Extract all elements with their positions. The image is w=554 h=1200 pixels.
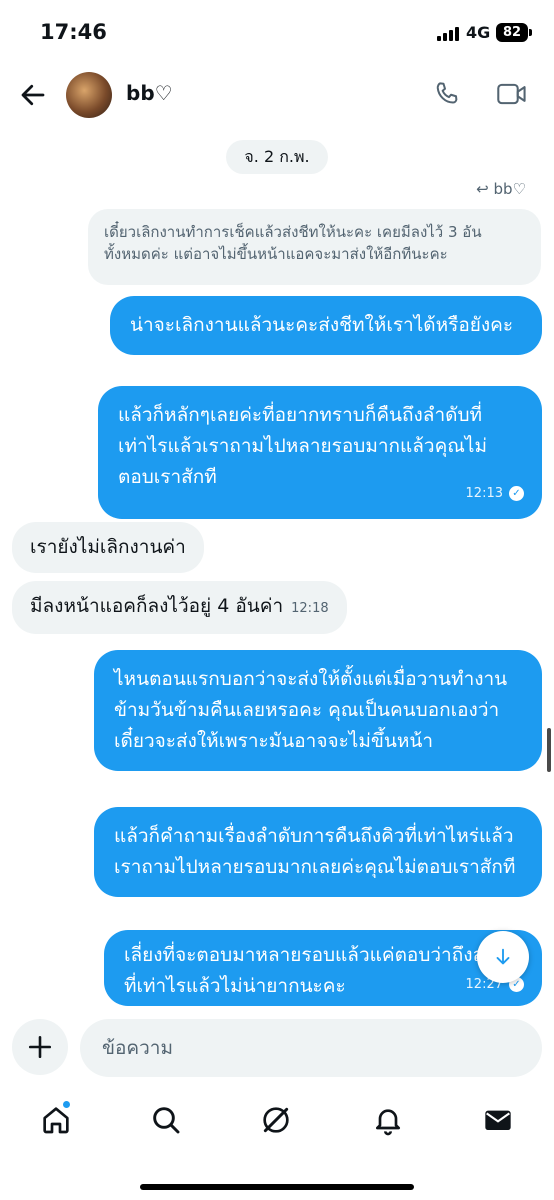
- message-time: 12:18: [291, 601, 329, 616]
- reply-quote[interactable]: เดี๋ยวเลิกงานทำการเช็คแล้วส่งชีทให้นะคะ …: [88, 209, 541, 285]
- message-bubble-outgoing[interactable]: แล้วก็คำถามเรื่องลำดับการคืนถึงคิวที่เท่…: [94, 807, 542, 897]
- message-text: แล้วก็หลักๆเลยค่ะที่อยากทราบก็คืนถึงลำดั…: [118, 404, 488, 488]
- search-icon[interactable]: [150, 1104, 182, 1136]
- reply-to-name: bb♡: [493, 180, 527, 198]
- message-bubble-outgoing[interactable]: แล้วก็หลักๆเลยค่ะที่อยากทราบก็คืนถึงลำดั…: [98, 386, 542, 519]
- avatar[interactable]: [66, 72, 112, 118]
- bottom-nav: [0, 1090, 554, 1160]
- grok-icon[interactable]: [260, 1104, 292, 1136]
- reply-icon: ↩: [476, 180, 489, 198]
- message-text: น่าจะเลิกงานแล้วนะคะส่งชีทให้เราได้หรือย…: [130, 314, 514, 336]
- messages-icon[interactable]: [482, 1104, 514, 1136]
- message-bubble-outgoing[interactable]: เลี่ยงที่จะตอบมาหลายรอบแล้วแค่ตอบว่าถึงล…: [104, 930, 542, 1006]
- message-time: 12:13: [465, 486, 503, 501]
- message-text: แล้วก็คำถามเรื่องลำดับการคืนถึงคิวที่เท่…: [114, 825, 516, 878]
- arrow-down-icon: [496, 948, 510, 965]
- message-bubble-outgoing[interactable]: น่าจะเลิกงานแล้วนะคะส่งชีทให้เราได้หรือย…: [110, 296, 542, 355]
- battery-icon: 82: [496, 23, 528, 42]
- video-call-icon[interactable]: [496, 81, 528, 107]
- message-bubble-incoming[interactable]: เรายังไม่เลิกงานค่า: [12, 522, 204, 573]
- notifications-icon[interactable]: [372, 1104, 404, 1136]
- conversation-header: bb♡: [0, 64, 554, 128]
- phone-icon[interactable]: [432, 79, 462, 109]
- read-check-icon: ✓: [509, 486, 524, 501]
- signal-icon: [437, 27, 459, 41]
- contact-name[interactable]: bb♡: [126, 81, 173, 105]
- scroll-to-bottom-button[interactable]: [477, 931, 529, 983]
- message-text: เลี่ยงที่จะตอบมาหลายรอบแล้วแค่ตอบว่าถึงล…: [124, 944, 520, 997]
- date-separator: จ. 2 ก.พ.: [226, 140, 328, 174]
- message-text: ไหนตอนแรกบอกว่าจะส่งให้ตั้งแต่เมื่อวานทำ…: [114, 668, 508, 752]
- message-meta: 12:13 ✓: [466, 478, 524, 509]
- battery-tip: [529, 29, 532, 36]
- home-indicator[interactable]: [140, 1184, 414, 1190]
- message-text: มีลงหน้าแอคก็ลงไว้อยู่ 4 อันค่า: [30, 595, 284, 617]
- plus-icon: [28, 1035, 52, 1059]
- message-text: เรายังไม่เลิกงานค่า: [30, 536, 186, 558]
- message-bubble-outgoing[interactable]: ไหนตอนแรกบอกว่าจะส่งให้ตั้งแต่เมื่อวานทำ…: [94, 650, 542, 771]
- message-input[interactable]: [80, 1019, 542, 1077]
- status-bar: 17:46 4G 82: [0, 0, 554, 64]
- composer-bar: [0, 1006, 554, 1088]
- status-time: 17:46: [40, 20, 107, 44]
- reply-indicator: ↩ bb♡: [476, 180, 526, 198]
- add-attachment-button[interactable]: [12, 1019, 68, 1075]
- network-type: 4G: [466, 23, 491, 42]
- back-arrow-icon[interactable]: [18, 80, 48, 110]
- notification-dot: [62, 1100, 71, 1109]
- message-bubble-incoming[interactable]: มีลงหน้าแอคก็ลงไว้อยู่ 4 อันค่า 12:18: [12, 581, 347, 634]
- scrollbar[interactable]: [547, 728, 551, 772]
